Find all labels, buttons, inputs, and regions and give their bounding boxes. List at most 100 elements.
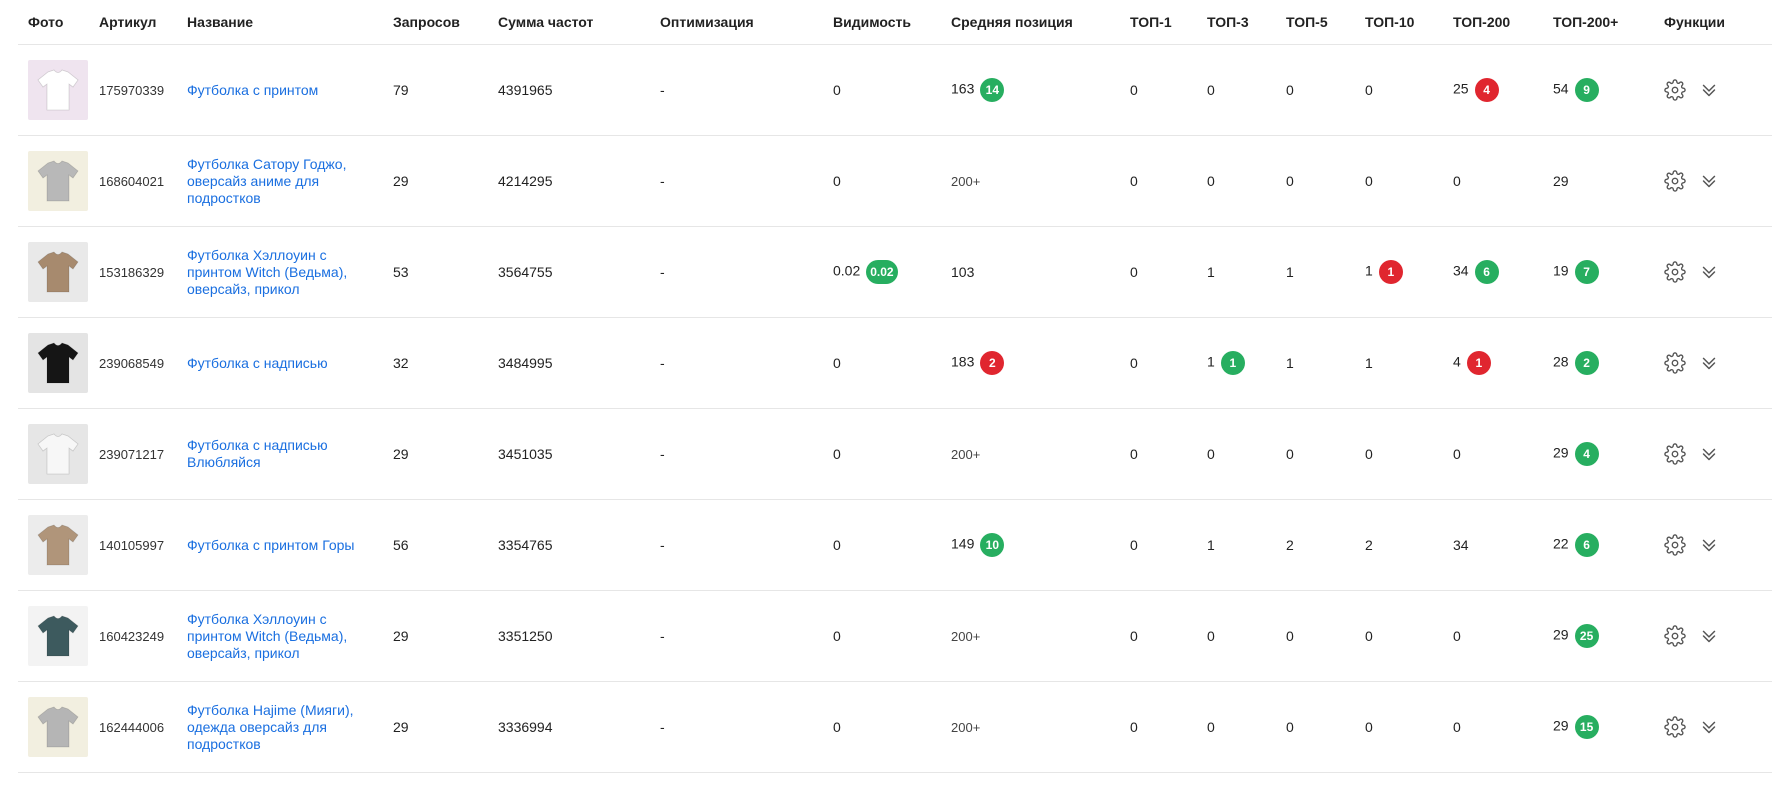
header-article[interactable]: Артикул xyxy=(99,0,187,45)
cell-name: Футболка с принтом Горы xyxy=(187,499,393,591)
header-queries[interactable]: Запросов xyxy=(393,0,498,45)
double-chevron-down-icon[interactable] xyxy=(1698,170,1720,192)
double-chevron-down-icon[interactable] xyxy=(1698,79,1720,101)
header-top1[interactable]: ТОП-1 xyxy=(1130,0,1207,45)
header-top10[interactable]: ТОП-10 xyxy=(1365,0,1453,45)
gear-icon[interactable] xyxy=(1664,170,1686,192)
top3-value: 1 xyxy=(1207,537,1215,553)
product-name-link[interactable]: Футболка с надписью Влюбляйся xyxy=(187,437,377,471)
header-top5[interactable]: ТОП-5 xyxy=(1286,0,1365,45)
cell-top200: 34 6 xyxy=(1453,226,1553,318)
cell-article: 175970339 xyxy=(99,44,187,136)
header-top200plus[interactable]: ТОП-200+ xyxy=(1553,0,1664,45)
cell-functions xyxy=(1664,317,1772,409)
product-photo[interactable] xyxy=(28,697,88,757)
row-actions xyxy=(1664,716,1772,738)
table-row[interactable]: 160423249 Футболка Хэллоуин с принтом Wit… xyxy=(18,590,1772,682)
row-actions xyxy=(1664,352,1772,374)
visibility-value: 0 xyxy=(833,537,841,553)
product-name-link[interactable]: Футболка Хэллоуин с принтом Witch (Ведьм… xyxy=(187,611,377,662)
table-row[interactable]: 239071217 Футболка с надписью Влюбляйся 29… xyxy=(18,408,1772,500)
change-badge: 1 xyxy=(1378,260,1403,284)
double-chevron-down-icon[interactable] xyxy=(1698,261,1720,283)
header-top200[interactable]: ТОП-200 xyxy=(1453,0,1553,45)
table-row[interactable]: 175970339 Футболка с принтом 79 4391965-0 16… xyxy=(18,44,1772,136)
cell-visibility: 0 xyxy=(833,135,951,227)
cell-top5: 0 xyxy=(1286,408,1365,500)
double-chevron-down-icon[interactable] xyxy=(1698,443,1720,465)
table-row[interactable]: 153186329 Футболка Хэллоуин с принтом Wit… xyxy=(18,226,1772,318)
top200plus-value: 29 xyxy=(1553,717,1569,734)
cell-queries: 32 xyxy=(393,317,498,409)
cell-freq-sum: 3354765 xyxy=(498,499,660,591)
top200-value: 0 xyxy=(1453,173,1461,189)
gear-icon[interactable] xyxy=(1664,716,1686,738)
cell-top1: 0 xyxy=(1130,499,1207,591)
product-photo[interactable] xyxy=(28,515,88,575)
cell-queries: 53 xyxy=(393,226,498,318)
change-badge: 25 xyxy=(1574,624,1599,648)
products-table: Фото Артикул Название Запросов Сумма час… xyxy=(18,0,1772,773)
product-name-link[interactable]: Футболка Хэллоуин с принтом Witch (Ведьм… xyxy=(187,247,377,298)
cell-optimization: - xyxy=(660,499,833,591)
product-photo[interactable] xyxy=(28,333,88,393)
top200-value: 0 xyxy=(1453,446,1461,462)
cell-top200plus: 29 25 xyxy=(1553,590,1664,682)
cell-top5: 0 xyxy=(1286,681,1365,773)
product-photo[interactable] xyxy=(28,151,88,211)
top10-value: 0 xyxy=(1365,628,1373,644)
header-name[interactable]: Название xyxy=(187,0,393,45)
product-photo[interactable] xyxy=(28,424,88,484)
cell-top200plus: 29 4 xyxy=(1553,408,1664,500)
table-row[interactable]: 239068549 Футболка с надписью 32 3484995-0 1… xyxy=(18,317,1772,409)
top200plus-value: 19 xyxy=(1553,262,1569,279)
gear-icon[interactable] xyxy=(1664,352,1686,374)
cell-optimization: - xyxy=(660,590,833,682)
cell-top1: 0 xyxy=(1130,317,1207,409)
product-name-link[interactable]: Футболка с надписью xyxy=(187,355,377,372)
gear-icon[interactable] xyxy=(1664,79,1686,101)
cell-freq-sum: 3484995 xyxy=(498,317,660,409)
product-name-link[interactable]: Футболка с принтом xyxy=(187,82,377,99)
gear-icon[interactable] xyxy=(1664,534,1686,556)
cell-freq-sum: 3351250 xyxy=(498,590,660,682)
product-name-link[interactable]: Футболка Hajime (Мияги), одежда оверсайз… xyxy=(187,702,377,753)
product-photo[interactable] xyxy=(28,60,88,120)
header-top3[interactable]: ТОП-3 xyxy=(1207,0,1286,45)
product-name-link[interactable]: Футболка с принтом Горы xyxy=(187,537,377,554)
change-badge: 2 xyxy=(1574,351,1599,375)
top10-value: 0 xyxy=(1365,82,1373,98)
product-name-link[interactable]: Футболка Сатору Годжо, оверсайз аниме дл… xyxy=(187,156,377,207)
table-row[interactable]: 140105997 Футболка с принтом Горы 56 335476… xyxy=(18,499,1772,591)
gear-icon[interactable] xyxy=(1664,443,1686,465)
change-badge: 0.02 xyxy=(866,260,898,284)
cell-top10: 2 xyxy=(1365,499,1453,591)
cell-article: 153186329 xyxy=(99,226,187,318)
gear-icon[interactable] xyxy=(1664,625,1686,647)
top200plus-value: 29 xyxy=(1553,444,1569,461)
cell-top10: 0 xyxy=(1365,590,1453,682)
cell-avg-position: 200+ xyxy=(951,681,1130,773)
table-row[interactable]: 162444006 Футболка Hajime (Мияги), одежда… xyxy=(18,681,1772,773)
top10-value: 2 xyxy=(1365,537,1373,553)
cell-photo xyxy=(18,44,99,136)
top10-value: 0 xyxy=(1365,173,1373,189)
visibility-value: 0 xyxy=(833,628,841,644)
header-freq-sum[interactable]: Сумма частот xyxy=(498,0,660,45)
double-chevron-down-icon[interactable] xyxy=(1698,534,1720,556)
avg-position-value: 163 xyxy=(951,80,975,97)
cell-top10: 0 xyxy=(1365,408,1453,500)
product-photo[interactable] xyxy=(28,606,88,666)
top3-value: 0 xyxy=(1207,173,1215,189)
double-chevron-down-icon[interactable] xyxy=(1698,625,1720,647)
header-avg-position[interactable]: Средняя позиция xyxy=(951,0,1130,45)
double-chevron-down-icon[interactable] xyxy=(1698,352,1720,374)
double-chevron-down-icon[interactable] xyxy=(1698,716,1720,738)
gear-icon[interactable] xyxy=(1664,261,1686,283)
table-row[interactable]: 168604021 Футболка Сатору Годжо, оверсайз… xyxy=(18,135,1772,227)
product-photo[interactable] xyxy=(28,242,88,302)
header-visibility[interactable]: Видимость xyxy=(833,0,951,45)
avg-position-value: 200+ xyxy=(951,629,981,644)
header-optimization[interactable]: Оптимизация xyxy=(660,0,833,45)
table-body: 175970339 Футболка с принтом 79 4391965-0 16… xyxy=(18,44,1772,773)
